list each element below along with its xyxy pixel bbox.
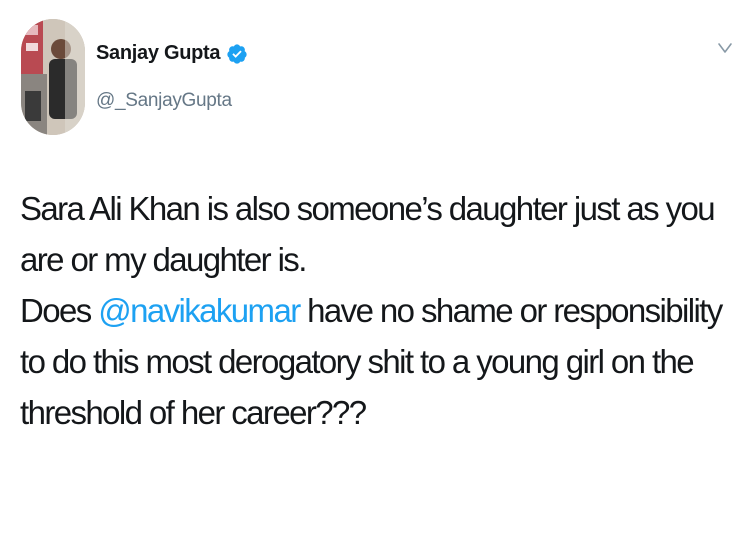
avatar[interactable] bbox=[21, 19, 85, 135]
author-handle[interactable]: @_SanjayGupta bbox=[96, 90, 232, 112]
tweet-paragraph-1: Sara Ali Khan is also someone’s daughter… bbox=[20, 190, 716, 278]
verified-badge-icon bbox=[226, 43, 248, 65]
tweet-text: Sara Ali Khan is also someone’s daughter… bbox=[20, 183, 742, 438]
mention-link[interactable]: @navikakumar bbox=[98, 292, 301, 329]
author-name-row[interactable]: Sanjay Gupta bbox=[96, 42, 248, 65]
tweet-text-before-mention: Does bbox=[20, 292, 99, 329]
chevron-down-icon[interactable] bbox=[715, 38, 735, 58]
tweet-paragraph-2: Does @navikakumar have no shame or respo… bbox=[20, 285, 742, 438]
author-display-name[interactable]: Sanjay Gupta bbox=[96, 42, 221, 65]
tweet-card: Sanjay Gupta @_SanjayGupta Sara Ali Khan… bbox=[0, 0, 750, 544]
